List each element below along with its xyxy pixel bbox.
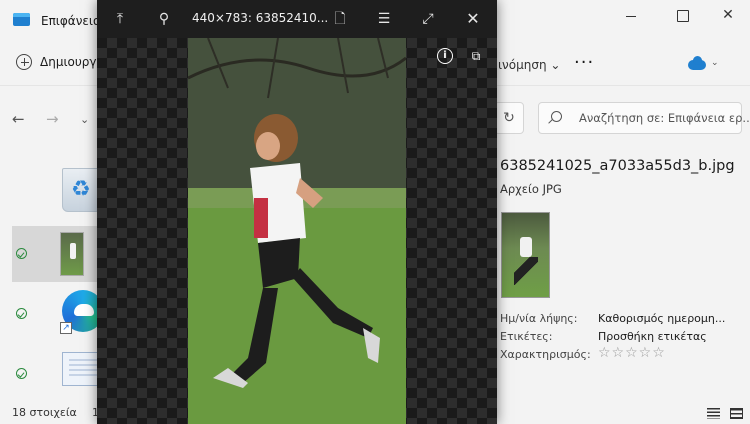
forward-arrow-icon[interactable]: → — [46, 110, 59, 128]
sort-button[interactable]: ινόμηση ⌄ — [498, 58, 560, 72]
prop-label-date: Ημ/νία λήψης: — [500, 312, 578, 325]
close-icon[interactable]: ✕ — [463, 9, 483, 29]
prop-label-rating: Χαρακτηρισμός: — [500, 348, 591, 361]
chevron-down-icon[interactable]: ⌄ — [711, 58, 719, 68]
shortcut-arrow-icon: ↗ — [60, 322, 72, 334]
list-item-edge[interactable]: ↗ — [12, 286, 104, 342]
tiles-view-icon[interactable] — [730, 408, 743, 419]
back-arrow-icon[interactable]: ← — [12, 110, 25, 128]
pin-top-icon[interactable]: ⤒ — [110, 9, 130, 29]
prop-value-date[interactable]: Καθορισμός ημερομη... — [598, 312, 725, 325]
copy-icon[interactable]: ⧉ — [468, 48, 484, 64]
runner-photo-drawing — [188, 38, 406, 424]
details-file-type: Αρχείο JPG — [500, 182, 562, 196]
runner-photo — [188, 38, 406, 424]
runner-figure — [520, 237, 532, 257]
new-button[interactable]: Δημιουργ — [16, 54, 97, 70]
file-list: ↗ — [0, 144, 106, 404]
runner-legs — [514, 257, 538, 285]
details-preview-thumbnail — [501, 212, 550, 298]
list-item-recycle-bin[interactable] — [12, 164, 102, 220]
onedrive-cloud-icon[interactable] — [688, 56, 706, 70]
info-icon[interactable]: i — [437, 48, 453, 64]
viewer-toolbar: ⤒ ⚲ 440×783: 63852410... 🗋 ☰ ⤢ ✕ — [97, 0, 497, 38]
minimize-button[interactable] — [616, 4, 646, 26]
maximize-button[interactable] — [667, 4, 697, 26]
list-item-selected-image[interactable] — [12, 226, 100, 282]
rating-stars[interactable]: ☆☆☆☆☆ — [598, 345, 666, 361]
window-title: Επιφάνεια — [41, 14, 101, 28]
details-file-name: 6385241025_a7033a55d3_b.jpg — [500, 158, 735, 174]
list-icon[interactable]: ☰ — [374, 9, 394, 29]
search-placeholder: Αναζήτηση σε: Επιφάνεια ερ... — [579, 111, 750, 125]
explorer-app-icon — [13, 13, 30, 26]
sync-check-icon — [16, 248, 27, 259]
close-window-button[interactable]: ✕ — [713, 4, 743, 26]
prop-label-tags: Ετικέτες: — [500, 330, 553, 343]
plus-icon — [16, 54, 32, 70]
more-options-button[interactable]: ··· — [574, 54, 594, 72]
image-thumbnail — [60, 232, 84, 276]
recycle-bin-icon — [62, 168, 102, 212]
viewer-title: 440×783: 63852410... — [192, 11, 329, 25]
view-switcher — [707, 408, 743, 419]
sync-check-icon — [16, 308, 27, 319]
image-viewer-window: ⤒ ⚲ 440×783: 63852410... 🗋 ☰ ⤢ ✕ i ⧉ — [97, 0, 497, 424]
pin-icon[interactable]: ⚲ — [154, 9, 174, 29]
details-view-icon[interactable] — [707, 408, 720, 419]
search-icon — [551, 111, 562, 122]
new-button-label: Δημιουργ — [40, 55, 97, 69]
refresh-button[interactable]: ↻ — [494, 102, 524, 134]
prop-value-tags[interactable]: Προσθήκη ετικέτας — [598, 330, 707, 343]
fullscreen-icon[interactable]: ⤢ — [418, 9, 438, 29]
recent-chevron-icon[interactable]: ⌄ — [80, 113, 89, 126]
details-pane: 6385241025_a7033a55d3_b.jpg Αρχείο JPG Η… — [500, 150, 750, 400]
sync-check-icon — [16, 368, 27, 379]
list-item-document[interactable] — [12, 346, 106, 402]
item-count: 18 στοιχεία — [12, 406, 77, 419]
file-icon[interactable]: 🗋 — [330, 9, 350, 29]
search-input[interactable]: Αναζήτηση σε: Επιφάνεια ερ... — [538, 102, 750, 134]
